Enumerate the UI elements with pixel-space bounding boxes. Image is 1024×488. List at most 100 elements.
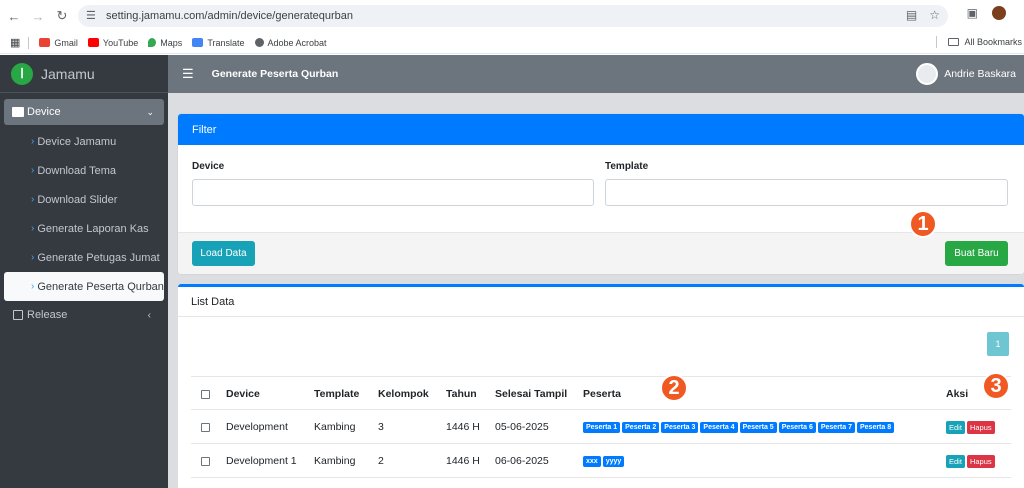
table-row-partial <box>191 478 1011 488</box>
bookmark-label: Adobe Acrobat <box>267 37 327 48</box>
bookmark-gmail[interactable]: Gmail <box>39 38 78 48</box>
bookmark-translate[interactable]: Translate <box>192 37 245 48</box>
bookmark-label: Translate <box>207 37 245 48</box>
sidebar-item-device-jamamu[interactable]: › Device Jamamu <box>4 127 164 156</box>
device-field-label: Device <box>192 161 225 172</box>
url-text: setting.jamamu.com/admin/device/generate… <box>106 10 354 22</box>
sidebar-item-label: Generate Peserta Qurban <box>37 280 164 293</box>
youtube-icon <box>87 38 99 47</box>
cell-peserta: Peserta 1 Peserta 2 Peserta 3 Peserta 4 … <box>583 410 896 444</box>
address-bar[interactable]: ☰ setting.jamamu.com/admin/device/genera… <box>78 5 948 27</box>
filter-card-header: Filter <box>178 114 1024 145</box>
hapus-button[interactable]: Hapus <box>966 420 995 434</box>
data-table: Device Template Kelompok Tahun Selesai T… <box>191 376 1011 488</box>
buat-baru-button[interactable]: Buat Baru <box>945 241 1008 266</box>
annotation-marker-1: 1 <box>909 210 937 238</box>
sidebar-item-generate-laporan-kas[interactable]: › Generate Laporan Kas <box>4 214 164 243</box>
column-header-template: Template <box>314 388 360 400</box>
user-menu[interactable]: Andrie Baskara <box>916 63 1016 85</box>
apps-icon[interactable]: ▦ <box>10 36 20 49</box>
sidebar-item-device[interactable]: Device ⌄ <box>4 99 164 125</box>
page-title: Generate Peserta Qurban <box>211 68 339 80</box>
device-icon <box>12 107 24 117</box>
column-header-aksi: Aksi <box>946 388 969 400</box>
cell-template: Kambing <box>314 455 356 467</box>
main-content: Filter Device Template Load Data Buat Ba… <box>168 93 1024 488</box>
all-bookmarks[interactable]: All Bookmarks <box>928 36 1024 48</box>
bookmark-label: Maps <box>160 37 183 48</box>
sidebar-item-release[interactable]: Release ‹ <box>0 301 168 329</box>
edit-button[interactable]: Edit <box>946 420 965 434</box>
row-checkbox[interactable] <box>201 410 210 444</box>
cell-tahun: 1446 H <box>446 455 480 467</box>
folder-icon <box>948 38 960 46</box>
site-settings-icon[interactable]: ☰ <box>86 10 98 22</box>
reload-icon[interactable]: ↻ <box>52 6 72 26</box>
translate-icon[interactable]: ▤ <box>906 8 917 22</box>
sidebar-item-label: Download Tema <box>37 164 117 177</box>
sidebar-item-label: Device Jamamu <box>37 135 117 148</box>
avatar <box>916 63 939 85</box>
chevron-right-icon: › <box>31 194 35 205</box>
tablet-icon <box>13 310 23 320</box>
device-field[interactable] <box>192 179 594 206</box>
sidebar-item-label: Release <box>27 309 68 321</box>
bookmark-youtube[interactable]: YouTube <box>87 37 139 48</box>
filter-card-footer: Load Data Buat Baru <box>178 232 1024 274</box>
edit-button[interactable]: Edit <box>946 454 965 468</box>
browser-toolbar: ← → ↻ ☰ setting.jamamu.com/admin/device/… <box>0 0 1024 32</box>
brand-logo-icon: ا <box>11 62 33 85</box>
sidebar-item-generate-petugas-jumat[interactable]: › Generate Petugas Jumat <box>4 243 164 272</box>
template-field[interactable] <box>605 179 1008 206</box>
app: ا Jamamu Device ⌄ › Device Jamamu › Down… <box>0 55 1024 488</box>
table-row: Development 1 Kambing 2 1446 H 06-06-202… <box>191 444 1011 478</box>
bookmarks-divider <box>28 36 30 49</box>
cell-aksi: Edit Hapus <box>946 444 997 478</box>
sidebar-item-label: Generate Laporan Kas <box>37 222 149 235</box>
cell-peserta: xxx yyyy <box>583 444 626 478</box>
sidebar-item-download-tema[interactable]: › Download Tema <box>4 156 164 185</box>
peserta-badge: Peserta 2 <box>622 421 660 433</box>
cell-kelompok: 2 <box>378 455 384 467</box>
sidebar-item-generate-peserta-qurban[interactable]: › Generate Peserta Qurban <box>4 272 164 301</box>
annotation-marker-2: 2 <box>660 374 688 402</box>
back-icon[interactable]: ← <box>4 6 24 26</box>
user-name: Andrie Baskara <box>944 68 1016 80</box>
sidebar-item-download-slider[interactable]: › Download Slider <box>4 185 164 214</box>
star-icon[interactable]: ☆ <box>929 8 940 22</box>
bookmark-maps[interactable]: Maps <box>148 38 182 48</box>
globe-icon <box>254 38 264 47</box>
table-header-row: Device Template Kelompok Tahun Selesai T… <box>191 376 1011 410</box>
pagination-page-1[interactable]: 1 <box>987 332 1009 356</box>
table-row: Development Kambing 3 1446 H 05-06-2025 … <box>191 410 1011 444</box>
profile-icon[interactable] <box>992 6 1006 20</box>
cell-peserta <box>583 478 627 488</box>
peserta-badge: yyyy <box>602 455 625 467</box>
chevron-right-icon: › <box>31 281 35 292</box>
cell-kelompok: 3 <box>378 421 384 433</box>
annotation-marker-3: 3 <box>982 372 1010 400</box>
peserta-badge: Peserta 8 <box>856 421 895 433</box>
extensions-icon[interactable]: ▣ <box>967 6 978 20</box>
bookmark-adobe-acrobat[interactable]: Adobe Acrobat <box>254 37 327 48</box>
list-card-header: List Data <box>178 287 1024 317</box>
peserta-badge: xxx <box>583 455 601 467</box>
row-checkbox[interactable] <box>201 444 210 478</box>
all-bookmarks-label: All Bookmarks <box>964 37 1022 47</box>
select-all-checkbox[interactable] <box>201 377 210 411</box>
cell-tahun: 1446 H <box>446 421 480 433</box>
hapus-button[interactable]: Hapus <box>966 454 995 468</box>
cell-aksi <box>946 478 997 488</box>
checkbox-icon <box>201 389 210 399</box>
chevron-right-icon: › <box>31 165 35 176</box>
row-checkbox[interactable] <box>201 478 210 488</box>
brand[interactable]: ا Jamamu <box>0 55 168 93</box>
bookmark-label: YouTube <box>102 37 139 48</box>
chevron-right-icon: › <box>31 136 35 147</box>
load-data-button[interactable]: Load Data <box>192 241 255 266</box>
maps-icon <box>148 38 157 47</box>
forward-icon[interactable]: → <box>28 6 48 26</box>
chevron-right-icon: › <box>31 223 35 234</box>
column-header-selesai-tampil: Selesai Tampil <box>495 388 568 400</box>
menu-icon[interactable]: ☰ <box>182 66 194 82</box>
